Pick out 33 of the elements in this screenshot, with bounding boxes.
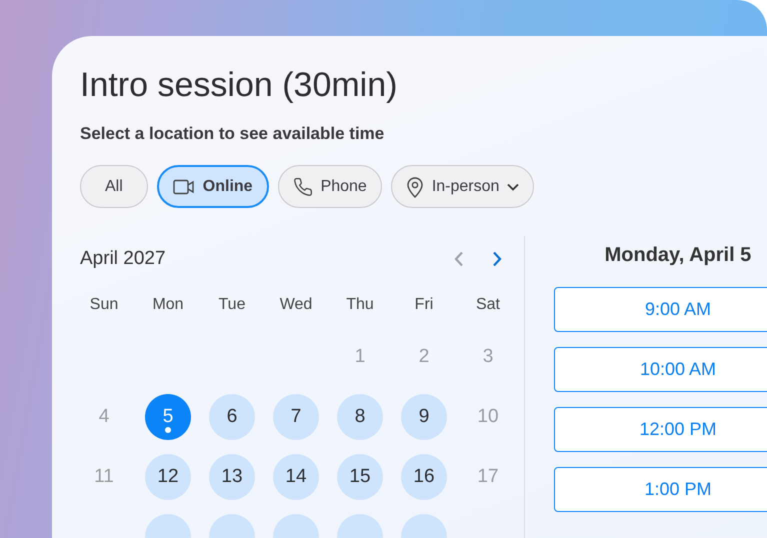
location-pin-icon (406, 176, 424, 198)
calendar-day[interactable]: 6 (209, 394, 255, 440)
weekday-label: Wed (278, 296, 314, 315)
selected-date-heading: Monday, April 5 (604, 244, 752, 267)
time-slot-button[interactable]: 10:00 AM (554, 347, 767, 392)
weekday-label: Tue (218, 296, 246, 315)
weekday-label: Thu (345, 296, 375, 315)
calendar-day[interactable]: 13 (209, 454, 255, 500)
phone-icon (292, 176, 313, 196)
calendar-day[interactable]: 5 (145, 394, 191, 440)
location-filter-chip[interactable]: All (80, 165, 148, 208)
calendar-day[interactable]: 14 (273, 454, 319, 500)
weekday-label: Sat (474, 296, 501, 315)
location-filter-chip[interactable]: Phone (278, 165, 382, 208)
weekday-label: Sun (88, 296, 120, 315)
weekday-label: Fri (414, 296, 434, 315)
subtitle: Select a location to see available time (80, 124, 386, 144)
chevron-down-icon (507, 182, 520, 190)
calendar-day[interactable]: 9 (401, 394, 447, 440)
time-slot-button[interactable]: 1:00 PM (554, 467, 767, 512)
weekday-label: Mon (151, 296, 185, 315)
calendar-day[interactable]: 15 (337, 454, 383, 500)
video-camera-icon (172, 178, 195, 194)
page-title: Intro session (30min) (80, 65, 398, 106)
calendar-day[interactable]: 7 (273, 394, 319, 440)
time-slot-button[interactable]: 12:00 PM (554, 407, 767, 452)
calendar-day[interactable]: 16 (401, 454, 447, 500)
calendar-day[interactable]: 12 (145, 454, 191, 500)
location-filter-chip[interactable]: Online (156, 165, 269, 208)
calendar-day[interactable]: 8 (337, 394, 383, 440)
location-filter-chip[interactable]: In-person (390, 165, 534, 208)
time-slot-button[interactable]: 9:00 AM (554, 287, 767, 332)
month-label: April 2027 (80, 248, 166, 270)
